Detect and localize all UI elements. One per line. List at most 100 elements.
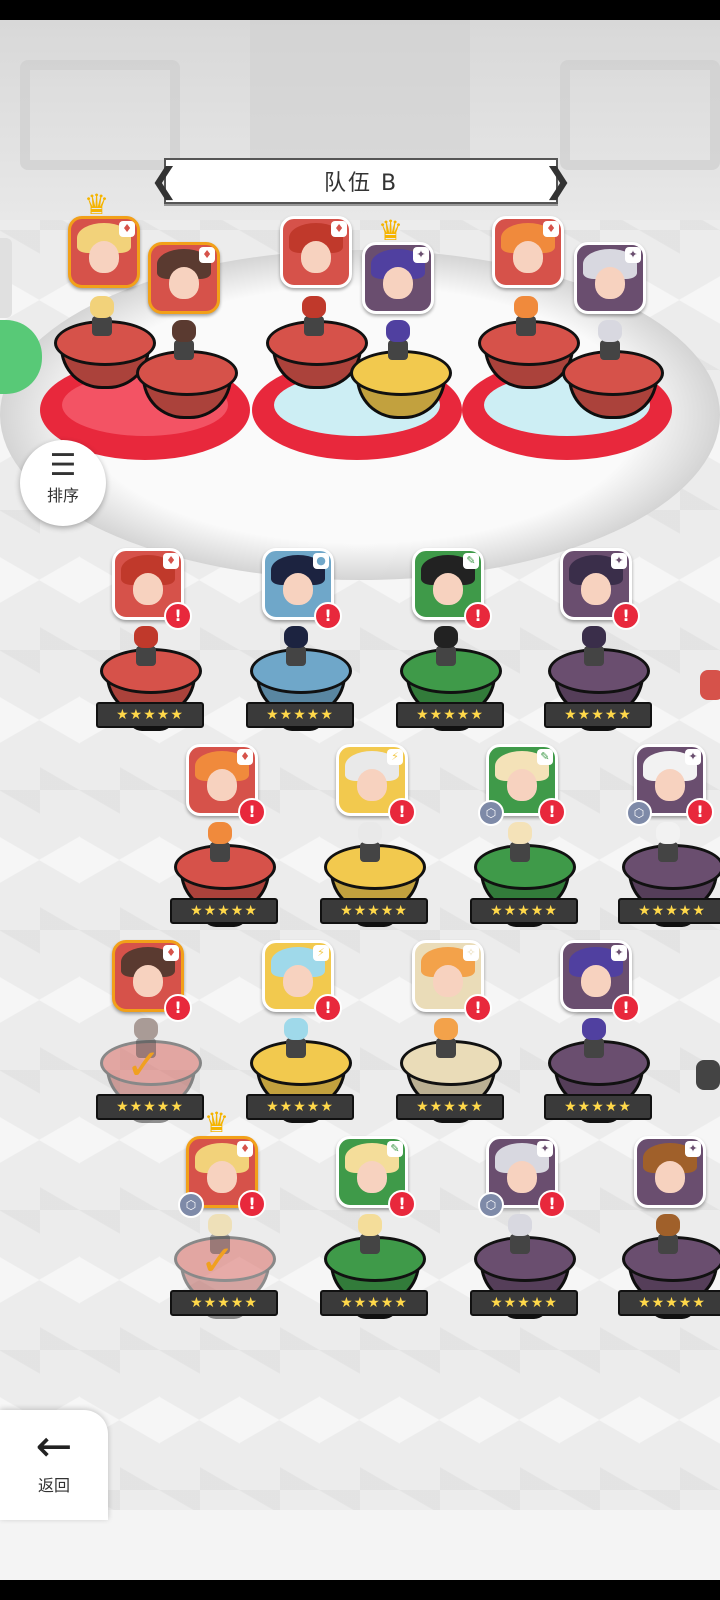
sprite-body bbox=[286, 646, 306, 666]
back-button[interactable]: ← 返回 bbox=[0, 1410, 108, 1520]
sprite-body bbox=[658, 1234, 678, 1254]
portrait-face bbox=[301, 241, 331, 273]
sprite-body bbox=[210, 842, 230, 862]
sprite-head bbox=[598, 320, 622, 342]
dark-element-icon: ✦ bbox=[611, 553, 627, 569]
electric-element-icon: ⚡ bbox=[313, 945, 329, 961]
sprite-body bbox=[516, 316, 536, 336]
dark-element-icon: ✦ bbox=[625, 247, 641, 263]
alert-badge-icon: ! bbox=[612, 602, 640, 630]
hero-portrait[interactable]: ✦ bbox=[574, 242, 646, 314]
star-rating: ★★★★★ bbox=[544, 702, 652, 728]
electric-element-icon: ⚡ bbox=[387, 749, 403, 765]
sprite-head bbox=[358, 822, 382, 844]
portrait-face bbox=[655, 1161, 685, 1193]
sprite-head bbox=[284, 1018, 308, 1040]
alert-badge-icon: ! bbox=[388, 1190, 416, 1218]
fire-element-icon: ♦ bbox=[543, 221, 559, 237]
sprite-body bbox=[658, 842, 678, 862]
hero-sprite bbox=[128, 626, 164, 670]
portrait-face bbox=[513, 241, 543, 273]
sprite-body bbox=[360, 1234, 380, 1254]
alert-badge-icon: ! bbox=[238, 798, 266, 826]
hero-sprite bbox=[278, 1018, 314, 1062]
hero-sprite bbox=[650, 822, 686, 866]
sort-button[interactable]: ☰ 排序 bbox=[20, 440, 106, 526]
star-rating: ★★★★★ bbox=[320, 898, 428, 924]
sprite-head bbox=[514, 296, 538, 318]
portrait-face bbox=[207, 1161, 237, 1193]
sort-label: 排序 bbox=[46, 486, 79, 505]
bottom-bar bbox=[0, 1510, 720, 1580]
fire-element-icon: ♦ bbox=[119, 221, 135, 237]
sprite-head bbox=[134, 626, 158, 648]
sprite-body bbox=[600, 340, 620, 360]
crown-icon: ♛ bbox=[84, 188, 110, 221]
sprite-head bbox=[582, 1018, 606, 1040]
team-title: 队伍 B bbox=[323, 171, 399, 196]
hero-sprite bbox=[576, 1018, 612, 1062]
sprite-head bbox=[508, 822, 532, 844]
alert-badge-icon: ! bbox=[314, 602, 342, 630]
sprite-body bbox=[436, 1038, 456, 1058]
sprite-head bbox=[386, 320, 410, 342]
fire-element-icon: ♦ bbox=[163, 945, 179, 961]
hero-portrait[interactable]: ♦ bbox=[280, 216, 352, 288]
portrait-face bbox=[507, 769, 537, 801]
hero-portrait[interactable]: ✦ bbox=[634, 1136, 706, 1208]
dark-element-icon: ✦ bbox=[413, 247, 429, 263]
hero-sprite bbox=[576, 626, 612, 670]
next-team-button[interactable]: ❯ bbox=[544, 160, 573, 202]
hero-sprite bbox=[352, 1214, 388, 1258]
sort-icon: ☰ bbox=[49, 448, 77, 483]
star-rating: ★★★★★ bbox=[246, 1094, 354, 1120]
portrait-face bbox=[507, 1161, 537, 1193]
star-rating: ★★★★★ bbox=[470, 898, 578, 924]
portrait-face bbox=[357, 1161, 387, 1193]
hero-portrait[interactable]: ♦ bbox=[492, 216, 564, 288]
portrait-face bbox=[383, 267, 413, 299]
selected-check-icon: ✓ bbox=[126, 1040, 162, 1089]
side-drawer-tab[interactable] bbox=[0, 238, 12, 318]
light-element-icon: ✧ bbox=[463, 945, 479, 961]
sprite-head bbox=[508, 1214, 532, 1236]
prev-team-button[interactable]: ❮ bbox=[150, 160, 179, 202]
sprite-head bbox=[434, 626, 458, 648]
hero-portrait[interactable]: ✦ bbox=[362, 242, 434, 314]
hero-portrait[interactable]: ♦ bbox=[68, 216, 140, 288]
sprite-head bbox=[358, 1214, 382, 1236]
tier-badge-icon: ⬡ bbox=[626, 800, 652, 826]
hero-sprite bbox=[352, 822, 388, 866]
alert-badge-icon: ! bbox=[686, 798, 714, 826]
sprite-head bbox=[582, 626, 606, 648]
sprite-body bbox=[92, 316, 112, 336]
alert-badge-icon: ! bbox=[238, 1190, 266, 1218]
fire-element-icon: ♦ bbox=[237, 1141, 253, 1157]
sprite-head bbox=[134, 1018, 158, 1040]
star-rating: ★★★★★ bbox=[320, 1290, 428, 1316]
arena-ring-right bbox=[560, 60, 720, 170]
sprite-body bbox=[436, 646, 456, 666]
star-rating: ★★★★★ bbox=[246, 702, 354, 728]
sprite-body bbox=[584, 1038, 604, 1058]
dark-element-icon: ✦ bbox=[537, 1141, 553, 1157]
selected-check-icon: ✓ bbox=[200, 1236, 236, 1285]
sprite-body bbox=[388, 340, 408, 360]
star-rating: ★★★★★ bbox=[618, 898, 720, 924]
alert-badge-icon: ! bbox=[538, 798, 566, 826]
hero-portrait[interactable]: ♦ bbox=[148, 242, 220, 314]
star-rating: ★★★★★ bbox=[544, 1094, 652, 1120]
nature-element-icon: ✎ bbox=[387, 1141, 403, 1157]
portrait-face bbox=[357, 769, 387, 801]
sprite-head bbox=[656, 1214, 680, 1236]
crown-icon: ♛ bbox=[378, 214, 404, 247]
portrait-face bbox=[581, 573, 611, 605]
alert-badge-icon: ! bbox=[464, 602, 492, 630]
crown-icon: ♛ bbox=[204, 1106, 230, 1139]
sprite-head bbox=[208, 822, 232, 844]
star-rating: ★★★★★ bbox=[96, 1094, 204, 1120]
portrait-face bbox=[89, 241, 119, 273]
arrow-left-icon: ← bbox=[35, 1421, 73, 1472]
sprite-head bbox=[90, 296, 114, 318]
sprite-head bbox=[656, 822, 680, 844]
